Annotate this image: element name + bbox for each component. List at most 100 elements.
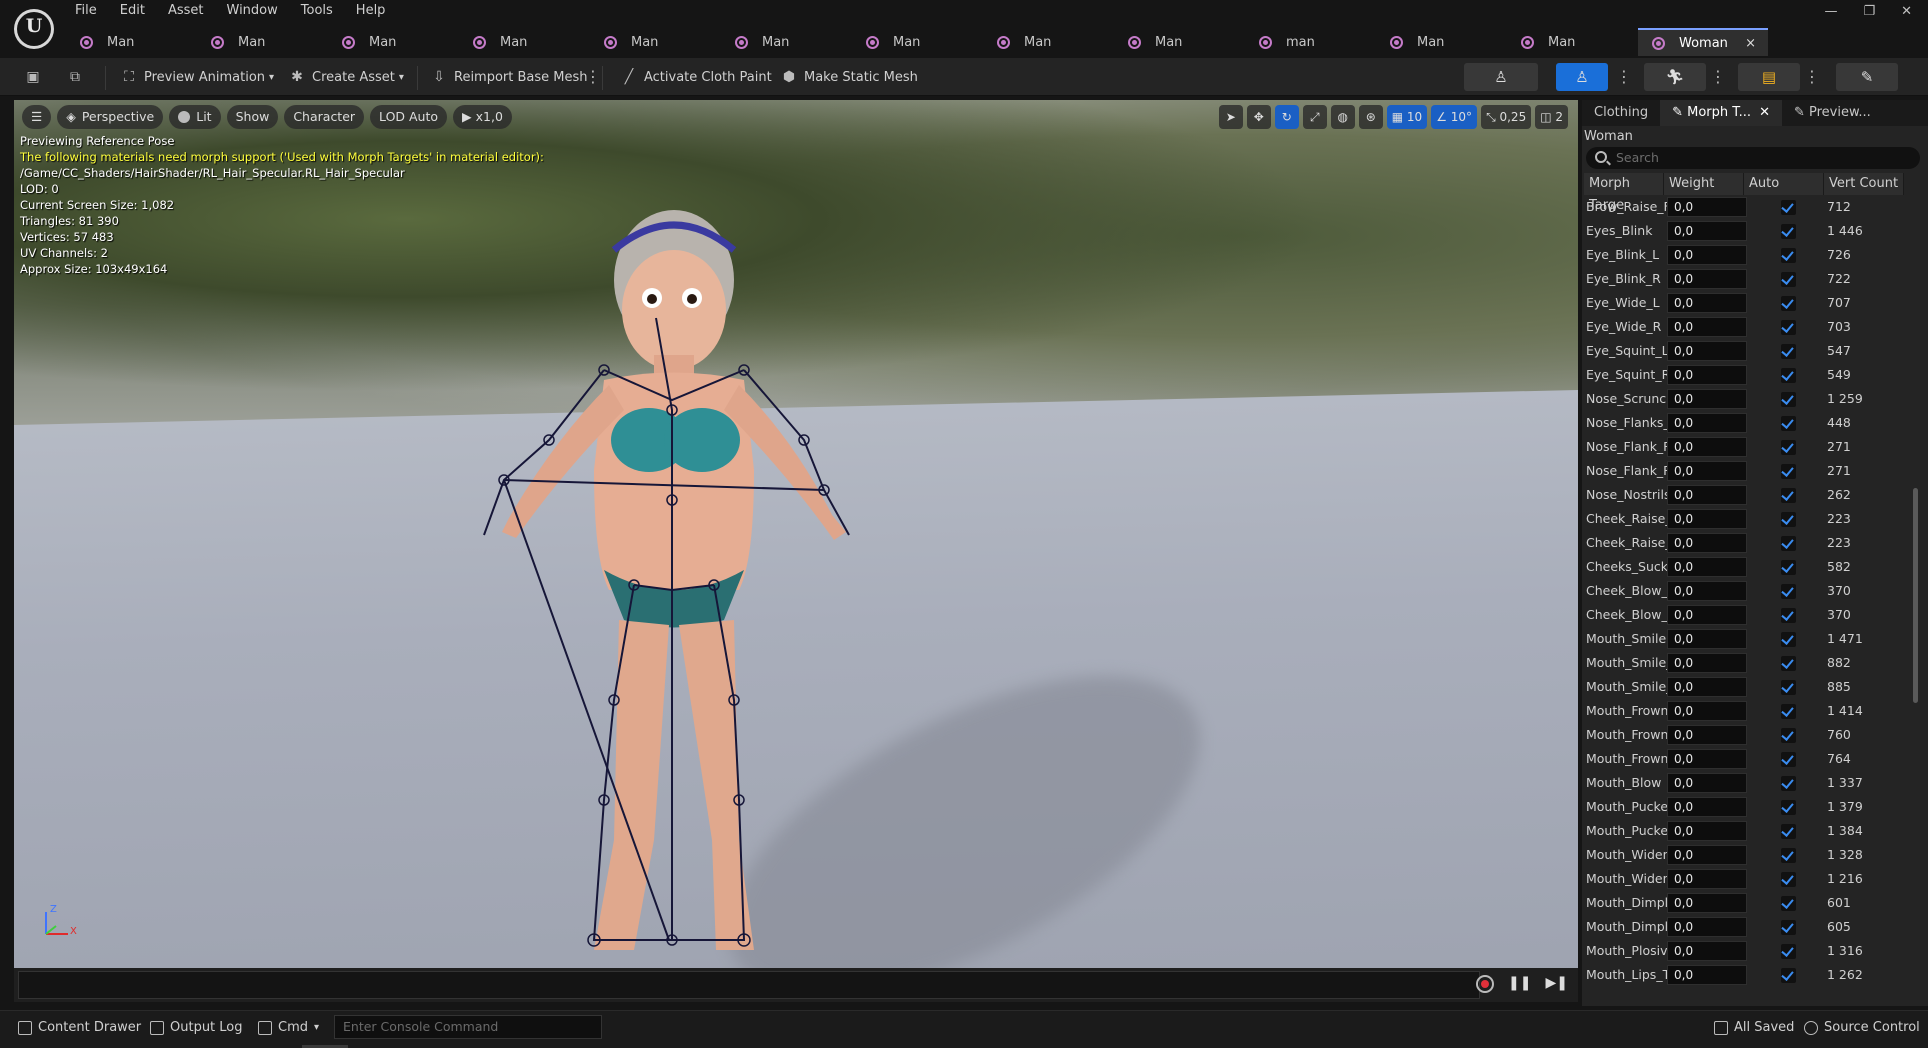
morph-target-row[interactable]: Cheek_Blow_F 0,0 370	[1582, 603, 1910, 627]
morph-target-row[interactable]: Mouth_Dimple 0,0 601	[1582, 891, 1910, 915]
weight-input[interactable]: 0,0	[1667, 413, 1747, 433]
auto-checkbox[interactable]	[1781, 512, 1796, 527]
menu-asset[interactable]: Asset	[168, 3, 204, 18]
record-button[interactable]	[1476, 975, 1495, 993]
camera-speed-button[interactable]: ◫ 2	[1535, 105, 1568, 129]
auto-checkbox[interactable]	[1781, 680, 1796, 695]
character-mesh[interactable]	[454, 140, 1094, 968]
morph-target-row[interactable]: Mouth_Frown_ 0,0 764	[1582, 747, 1910, 771]
morph-target-row[interactable]: Mouth_Widen 0,0 1 328	[1582, 843, 1910, 867]
close-window-button[interactable]: ✕	[1901, 4, 1912, 19]
weight-input[interactable]: 0,0	[1667, 317, 1747, 337]
mesh-mode-button[interactable]: ♙	[1556, 63, 1608, 91]
all-saved-button[interactable]: All Saved	[1714, 1020, 1794, 1035]
auto-checkbox[interactable]	[1781, 608, 1796, 623]
auto-checkbox[interactable]	[1781, 824, 1796, 839]
coordinate-system-button[interactable]: ◍	[1330, 105, 1355, 129]
weight-input[interactable]: 0,0	[1667, 509, 1747, 529]
morph-target-row[interactable]: Mouth_Frown_ 0,0 760	[1582, 723, 1910, 747]
morph-target-row[interactable]: Cheek_Blow_L 0,0 370	[1582, 579, 1910, 603]
tab-preview[interactable]: ✎ Preview...	[1782, 100, 1883, 126]
preview-animation-button[interactable]: ⛶ Preview Animation ▾	[120, 65, 274, 89]
character-button[interactable]: Character	[284, 105, 365, 129]
more-options-icon[interactable]: ⋮	[1710, 67, 1726, 86]
translate-tool[interactable]: ✥	[1246, 105, 1271, 129]
auto-checkbox[interactable]	[1781, 584, 1796, 599]
auto-checkbox[interactable]	[1781, 896, 1796, 911]
viewport-options-button[interactable]: ☰	[22, 105, 52, 129]
auto-checkbox[interactable]	[1781, 272, 1796, 287]
auto-checkbox[interactable]	[1781, 296, 1796, 311]
morph-target-row[interactable]: Mouth_Smile_ 0,0 885	[1582, 675, 1910, 699]
morph-target-row[interactable]: Brow_Raise_F 0,0 712	[1582, 195, 1910, 219]
cmd-dropdown[interactable]: Cmd ▾	[258, 1020, 319, 1035]
morph-target-row[interactable]: Nose_Nostrils 0,0 262	[1582, 483, 1910, 507]
morph-target-row[interactable]: Cheek_Raise_ 0,0 223	[1582, 507, 1910, 531]
morph-target-row[interactable]: Nose_Flank_R 0,0 271	[1582, 435, 1910, 459]
show-button[interactable]: Show	[226, 105, 279, 129]
morph-target-row[interactable]: Mouth_Pucker 0,0 1 384	[1582, 819, 1910, 843]
morph-target-row[interactable]: Eye_Wide_L 0,0 707	[1582, 291, 1910, 315]
asset-tab-active[interactable]: Woman ×	[1638, 28, 1768, 56]
asset-tab[interactable]: Man	[721, 28, 852, 56]
weight-input[interactable]: 0,0	[1667, 701, 1747, 721]
morph-target-row[interactable]: Eyes_Blink 0,0 1 446	[1582, 219, 1910, 243]
viewport[interactable]: ☰ ◈ Perspective Lit Show Character LOD Au…	[14, 100, 1578, 968]
morph-target-row[interactable]: Mouth_Dimple 0,0 605	[1582, 915, 1910, 939]
weight-input[interactable]: 0,0	[1667, 941, 1747, 961]
auto-checkbox[interactable]	[1781, 560, 1796, 575]
more-options-icon[interactable]: ⋮	[1804, 67, 1820, 86]
asset-tab[interactable]: Man	[852, 28, 983, 56]
asset-tab[interactable]: Man	[197, 28, 328, 56]
reimport-base-mesh-button[interactable]: ⇩ Reimport Base Mesh	[430, 65, 587, 89]
asset-tab[interactable]: Man	[1507, 28, 1638, 56]
save-button[interactable]: ▣	[24, 65, 48, 89]
auto-checkbox[interactable]	[1781, 488, 1796, 503]
weight-input[interactable]: 0,0	[1667, 293, 1747, 313]
auto-checkbox[interactable]	[1781, 728, 1796, 743]
browse-button[interactable]: ⧉	[66, 65, 90, 89]
close-tab-icon[interactable]: ×	[1745, 36, 1756, 51]
weight-input[interactable]: 0,0	[1667, 797, 1747, 817]
morph-target-row[interactable]: Mouth_Lips_T 0,0 1 262	[1582, 963, 1910, 987]
menu-file[interactable]: File	[75, 3, 97, 18]
weight-input[interactable]: 0,0	[1667, 581, 1747, 601]
column-auto[interactable]: Auto	[1744, 173, 1824, 195]
auto-checkbox[interactable]	[1781, 848, 1796, 863]
morph-target-row[interactable]: Eye_Blink_R 0,0 722	[1582, 267, 1910, 291]
weight-input[interactable]: 0,0	[1667, 917, 1747, 937]
tab-clothing[interactable]: Clothing	[1582, 100, 1660, 126]
auto-checkbox[interactable]	[1781, 536, 1796, 551]
auto-checkbox[interactable]	[1781, 344, 1796, 359]
more-options-icon[interactable]: ⋮	[585, 67, 601, 86]
weight-input[interactable]: 0,0	[1667, 869, 1747, 889]
output-log-button[interactable]: Output Log	[150, 1020, 243, 1035]
asset-tab[interactable]: man	[1245, 28, 1376, 56]
content-drawer-button[interactable]: Content Drawer	[18, 1020, 141, 1035]
weight-input[interactable]: 0,0	[1667, 245, 1747, 265]
auto-checkbox[interactable]	[1781, 368, 1796, 383]
auto-checkbox[interactable]	[1781, 320, 1796, 335]
close-tab-icon[interactable]: ✕	[1759, 105, 1770, 120]
scale-snap-button[interactable]: ⤡ 0,25	[1481, 105, 1532, 129]
timeline-scrubber[interactable]	[18, 971, 1480, 999]
tab-morph-targets[interactable]: ✎ Morph T... ✕	[1660, 100, 1782, 126]
weight-input[interactable]: 0,0	[1667, 533, 1747, 553]
weight-input[interactable]: 0,0	[1667, 845, 1747, 865]
lod-button[interactable]: LOD Auto	[370, 105, 448, 129]
pause-button[interactable]: ❚❚	[1508, 975, 1531, 993]
perspective-button[interactable]: ◈ Perspective	[57, 105, 164, 129]
auto-checkbox[interactable]	[1781, 704, 1796, 719]
asset-tab[interactable]: Man	[1376, 28, 1507, 56]
auto-checkbox[interactable]	[1781, 224, 1796, 239]
morph-target-row[interactable]: Cheeks_Suck 0,0 582	[1582, 555, 1910, 579]
rotation-snap-button[interactable]: ∠ 10°	[1431, 105, 1478, 129]
physics-mode-button[interactable]: ✎	[1836, 63, 1898, 91]
menu-help[interactable]: Help	[356, 3, 386, 18]
play-forward-button[interactable]: ▶❚	[1546, 975, 1569, 993]
morph-target-row[interactable]: Mouth_Widen_ 0,0 1 216	[1582, 867, 1910, 891]
select-tool[interactable]: ➤	[1218, 105, 1243, 129]
surface-snap-button[interactable]: ⊛	[1358, 105, 1383, 129]
make-static-mesh-button[interactable]: ⬢ Make Static Mesh	[780, 65, 918, 89]
weight-input[interactable]: 0,0	[1667, 725, 1747, 745]
